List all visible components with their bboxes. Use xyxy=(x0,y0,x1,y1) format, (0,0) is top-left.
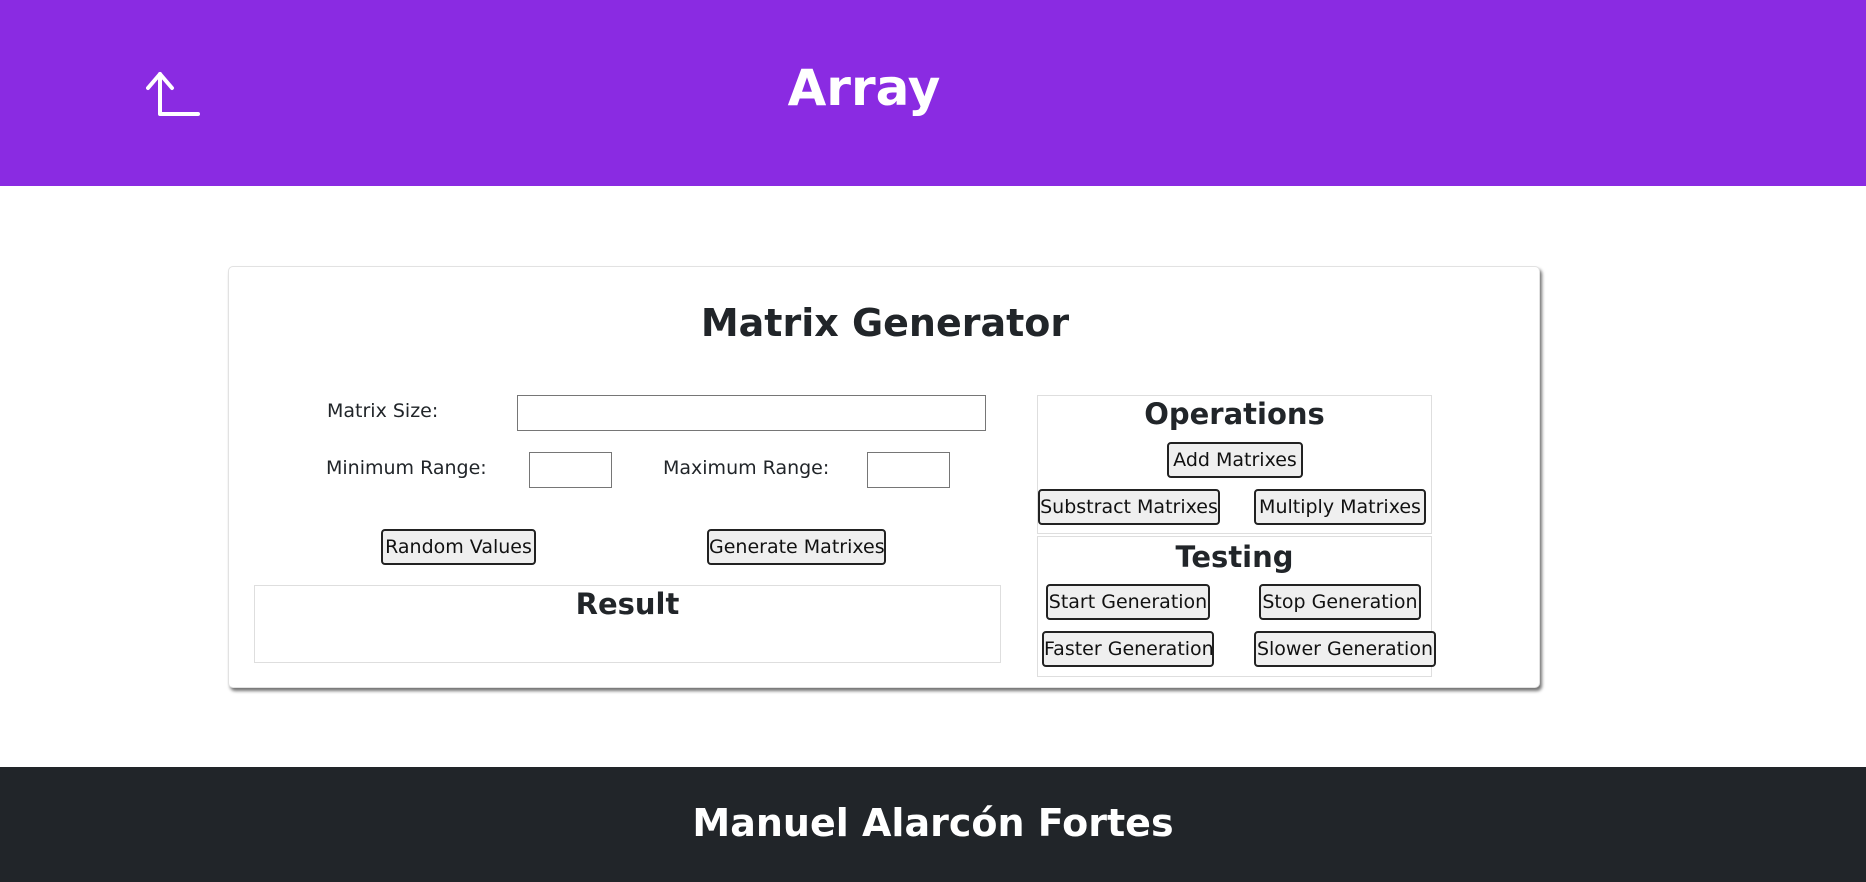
minimum-range-input[interactable] xyxy=(529,452,612,488)
operations-title: Operations xyxy=(1144,397,1325,431)
random-values-button[interactable]: Random Values xyxy=(381,529,536,565)
stop-generation-button[interactable]: Stop Generation xyxy=(1259,584,1421,620)
header-bar: Array xyxy=(0,0,1866,186)
multiply-matrixes-button[interactable]: Multiply Matrixes xyxy=(1254,489,1426,525)
matrix-size-input[interactable] xyxy=(517,395,986,431)
footer-author: Manuel Alarcón Fortes xyxy=(692,801,1174,845)
result-panel: Result xyxy=(254,585,1001,663)
faster-generation-button[interactable]: Faster Generation xyxy=(1042,631,1214,667)
testing-panel: Testing Start Generation Stop Generation… xyxy=(1037,536,1436,677)
generate-matrixes-button[interactable]: Generate Matrixes xyxy=(707,529,886,565)
matrix-generator-card: Matrix Generator Matrix Size: Minimum Ra… xyxy=(228,266,1540,688)
subtract-matrixes-button[interactable]: Substract Matrixes xyxy=(1038,489,1220,525)
maximum-range-input[interactable] xyxy=(867,452,950,488)
testing-title: Testing xyxy=(1175,540,1294,574)
footer-bar: Manuel Alarcón Fortes xyxy=(0,767,1866,882)
page-title: Array xyxy=(787,59,941,117)
slower-generation-button[interactable]: Slower Generation xyxy=(1254,631,1436,667)
start-generation-button[interactable]: Start Generation xyxy=(1046,584,1210,620)
card-title: Matrix Generator xyxy=(700,301,1070,345)
add-matrixes-button[interactable]: Add Matrixes xyxy=(1167,442,1303,478)
matrix-size-label: Matrix Size: xyxy=(327,400,439,422)
maximum-range-label: Maximum Range: xyxy=(663,457,830,479)
minimum-range-label: Minimum Range: xyxy=(326,457,487,479)
operations-panel: Operations Add Matrixes Substract Matrix… xyxy=(1037,395,1432,534)
result-title: Result xyxy=(575,587,680,621)
